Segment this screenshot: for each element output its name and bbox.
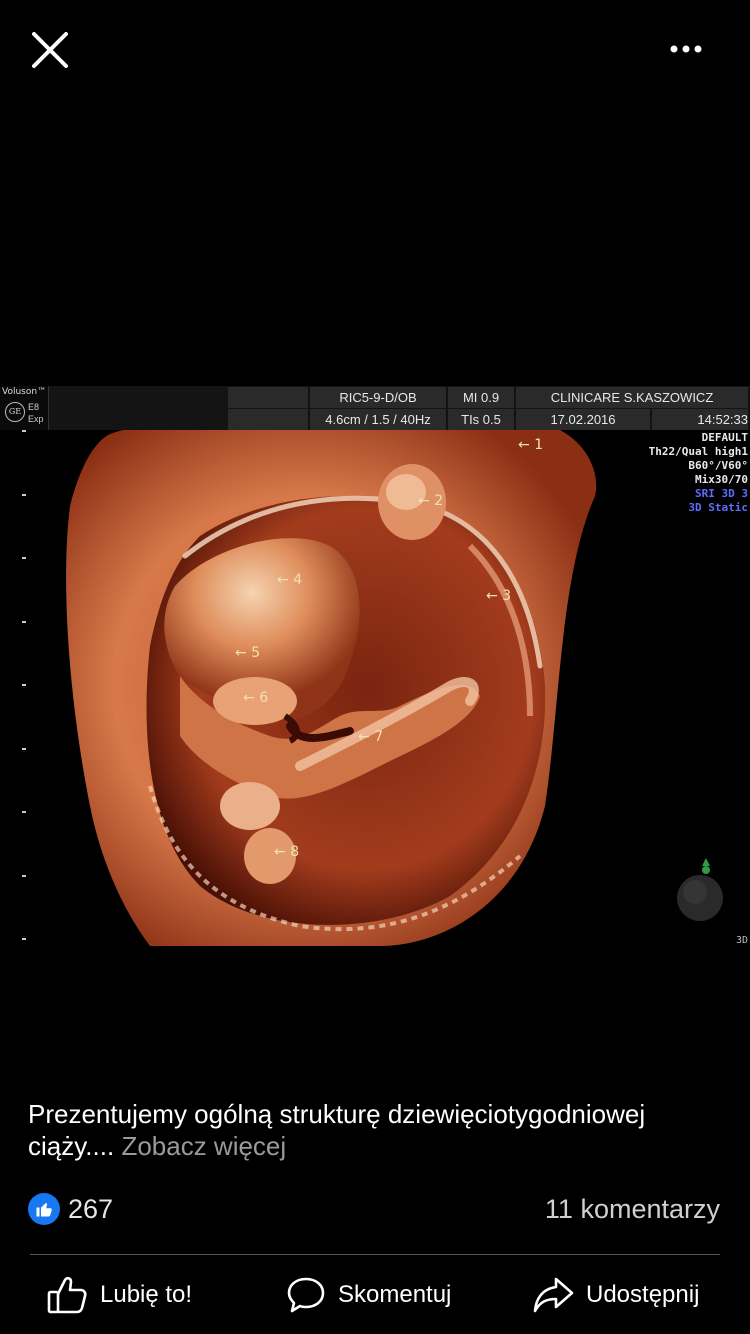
setting-quality: Th22/Qual high1 [648, 445, 748, 458]
structure-label-7: ← 7 [358, 729, 384, 745]
like-button-label: Lubię to! [100, 1281, 193, 1308]
device-model: E8 Exp [28, 401, 44, 425]
ultrasound-header: Voluson™ GE E8 Exp RIC5-9-D/OB MI 0.9 CLI… [0, 386, 750, 430]
structure-label-1: ← 1 [518, 437, 544, 453]
close-button[interactable] [28, 28, 72, 72]
us-empty-cell [228, 409, 309, 430]
date-label: 17.02.2016 [516, 409, 651, 430]
structure-label-4: ← 4 [277, 572, 303, 588]
see-more-link[interactable]: Zobacz więcej [121, 1131, 286, 1161]
like-count[interactable]: 267 [68, 1193, 113, 1225]
more-horizontal-icon [670, 45, 702, 53]
thumbs-up-outline-icon [47, 1276, 87, 1314]
structure-label-3: ← 3 [486, 588, 512, 604]
time-label: 14:52:33 [652, 409, 749, 430]
device-brand: Voluson™ [2, 387, 47, 397]
mode-badge: 3D [735, 935, 748, 946]
setting-static: 3D Static [688, 501, 748, 514]
thumbs-up-icon [36, 1203, 52, 1217]
us-empty-cell [228, 387, 309, 408]
clinic-label: CLINICARE S.KASZOWICZ [516, 387, 749, 408]
model-line-1: E8 [28, 402, 40, 412]
device-logo: Voluson™ GE E8 Exp [0, 386, 49, 430]
model-line-2: Exp [28, 414, 44, 424]
structure-label-8: ← 8 [274, 844, 300, 860]
comment-bubble-icon [287, 1277, 325, 1313]
divider [30, 1254, 720, 1255]
post-caption: Prezentujemy ogólną strukturę dziewięcio… [28, 1098, 718, 1162]
more-options-button[interactable] [664, 34, 708, 64]
comment-button-label: Skomentuj [338, 1281, 452, 1308]
ge-logo-icon: GE [5, 402, 25, 422]
depth-label: 4.6cm / 1.5 / 40Hz [310, 409, 447, 430]
ultrasound-photo[interactable]: Voluson™ GE E8 Exp RIC5-9-D/OB MI 0.9 CLI… [0, 386, 750, 952]
structure-label-6: ← 6 [243, 690, 269, 706]
setting-sri: SRI 3D 3 [695, 487, 748, 500]
setting-default: DEFAULT [701, 431, 748, 444]
setting-mix: Mix30/70 [695, 473, 748, 486]
comment-count[interactable]: 11 komentarzy [545, 1193, 720, 1225]
depth-scale [22, 430, 28, 950]
comment-button[interactable]: Skomentuj [286, 1268, 451, 1322]
probe-label: RIC5-9-D/OB [310, 387, 447, 408]
setting-angle: B60°/V60° [688, 459, 748, 472]
share-button-label: Udostępnij [586, 1281, 700, 1308]
ultrasound-render [66, 423, 723, 946]
mi-label: MI 0.9 [448, 387, 515, 408]
share-arrow-icon [533, 1277, 574, 1313]
structure-label-5: ← 5 [235, 645, 261, 661]
share-button[interactable]: Udostępnij [532, 1268, 699, 1322]
structure-label-2: ← 2 [418, 493, 444, 509]
close-icon [32, 32, 68, 68]
tis-label: TIs 0.5 [448, 409, 515, 430]
like-button[interactable]: Lubię to! [46, 1268, 192, 1322]
like-reaction-icon[interactable] [28, 1193, 60, 1225]
